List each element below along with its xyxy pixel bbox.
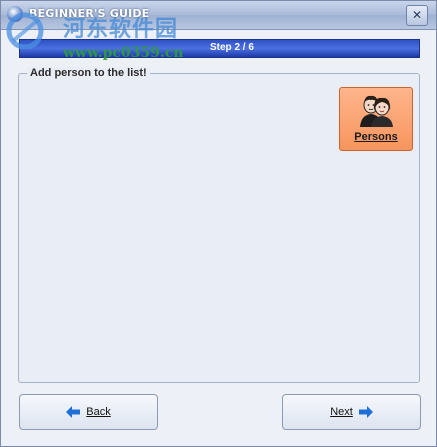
persons-button[interactable]: Persons	[339, 87, 413, 151]
watermark-logo	[6, 12, 44, 49]
arrow-left-icon	[66, 406, 81, 418]
watermark-url: www.pc0359.cn	[63, 45, 184, 61]
watermark-chinese-text: 河东软件园	[63, 16, 179, 42]
step-indicator: Step 2 / 6	[210, 42, 254, 53]
persons-button-label: Persons	[354, 131, 398, 143]
beginners-guide-window: BEGINNER'S GUIDE ✕ Step 2 / 6 河东软件园 www.…	[0, 0, 437, 447]
close-icon: ✕	[411, 8, 423, 22]
back-button[interactable]: Back	[19, 394, 158, 430]
persons-icon	[360, 95, 393, 127]
panel-title: Add person to the list!	[27, 67, 150, 79]
next-button[interactable]: Next	[282, 394, 421, 430]
arrow-right-icon	[358, 406, 373, 418]
close-button[interactable]: ✕	[406, 5, 428, 26]
next-button-label: Next	[330, 406, 353, 418]
back-button-label: Back	[86, 406, 111, 418]
